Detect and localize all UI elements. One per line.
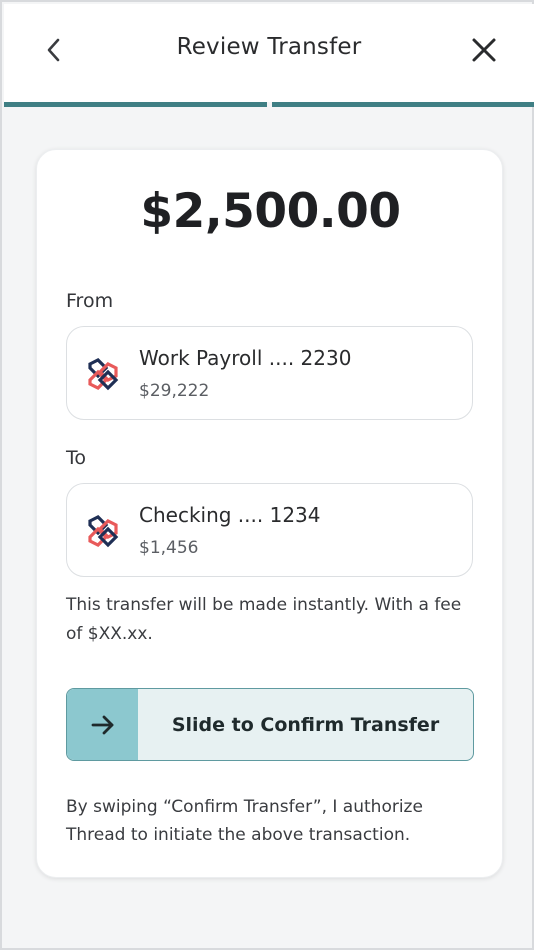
top-bar: Review Transfer xyxy=(4,4,534,102)
slide-to-confirm[interactable]: Slide to Confirm Transfer xyxy=(66,688,474,761)
progress-step-1 xyxy=(4,102,267,107)
slider-label: Slide to Confirm Transfer xyxy=(171,713,440,736)
from-account[interactable]: Work Payroll .... 2230 $29,222 xyxy=(66,326,473,420)
from-account-balance: $29,222 xyxy=(139,381,210,401)
transfer-fee-note: This transfer will be made instantly. Wi… xyxy=(66,595,462,644)
arrow-right-icon xyxy=(91,715,113,734)
to-account-name: Checking .... 1234 xyxy=(139,503,321,527)
bank-logo-icon xyxy=(88,515,119,548)
slider-handle[interactable] xyxy=(67,689,138,760)
page-title: Review Transfer xyxy=(176,34,362,60)
progress-step-2 xyxy=(272,102,534,107)
from-label: From xyxy=(66,290,114,312)
from-account-name: Work Payroll .... 2230 xyxy=(139,346,352,370)
to-account[interactable]: Checking .... 1234 $1,456 xyxy=(66,483,473,577)
to-label: To xyxy=(66,447,87,469)
close-button[interactable] xyxy=(462,28,506,72)
to-account-balance: $1,456 xyxy=(139,538,199,558)
authorization-text: By swiping “Confirm Transfer”, I authori… xyxy=(66,797,423,845)
transfer-review-card: $2,500.00 From Work Payroll .... 2230 $2… xyxy=(36,149,503,878)
app-frame: Review Transfer $2,500.00 From Work Payr… xyxy=(0,0,534,950)
transfer-amount: $2,500.00 xyxy=(140,184,401,239)
bank-logo-icon xyxy=(88,358,119,391)
step-progress-bar xyxy=(4,102,534,107)
close-icon xyxy=(472,38,496,62)
